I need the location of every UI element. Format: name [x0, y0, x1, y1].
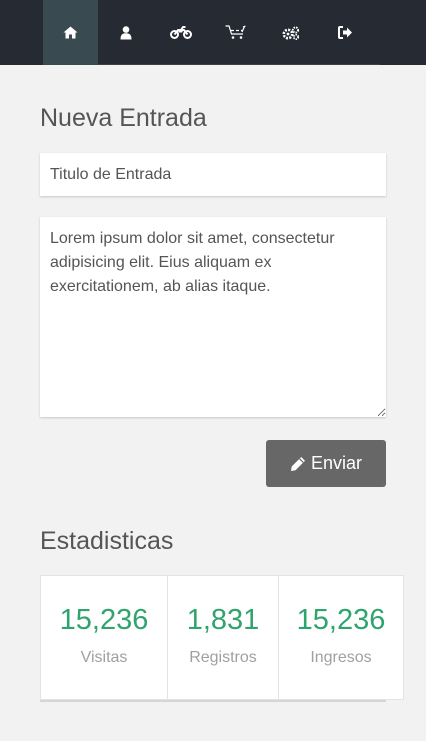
pencil-icon: [290, 456, 305, 471]
top-navbar: [0, 0, 426, 65]
new-entry-heading: Nueva Entrada: [40, 104, 207, 132]
stat-value: 15,236: [296, 604, 386, 636]
stats-panel: 15,236 Visitas 1,831 Registros 15,236 In…: [40, 575, 404, 700]
stat-value: 15,236: [59, 604, 149, 636]
user-icon: [120, 25, 131, 39]
entry-body-textarea[interactable]: Lorem ipsum dolor sit amet, consectetur …: [40, 217, 386, 417]
nav-settings[interactable]: [263, 0, 318, 65]
nav-motorcycle[interactable]: [153, 0, 208, 65]
gears-icon: [282, 25, 299, 40]
cart-icon: [225, 25, 246, 39]
sign-out-icon: [338, 26, 352, 39]
stat-label: Visitas: [80, 649, 128, 666]
send-button[interactable]: Enviar: [266, 440, 386, 487]
navbar-divider: [98, 64, 380, 65]
nav-sign-out[interactable]: [318, 0, 373, 65]
nav-cart[interactable]: [208, 0, 263, 65]
stat-label: Registros: [189, 649, 257, 666]
nav-menu: [43, 0, 373, 65]
stat-visits: 15,236 Visitas: [41, 576, 168, 699]
motorcycle-icon: [169, 26, 192, 39]
stat-label: Ingresos: [310, 649, 372, 666]
stat-value: 1,831: [186, 604, 260, 636]
entry-title-input[interactable]: [40, 153, 386, 196]
stats-heading: Estadisticas: [40, 527, 174, 555]
stat-income: 15,236 Ingresos: [279, 576, 403, 699]
nav-user[interactable]: [98, 0, 153, 65]
nav-home[interactable]: [43, 0, 98, 65]
send-button-label: Enviar: [310, 453, 363, 473]
home-icon: [63, 26, 78, 39]
stat-registrations: 1,831 Registros: [168, 576, 279, 699]
stats-panel-shadow: [40, 700, 386, 702]
